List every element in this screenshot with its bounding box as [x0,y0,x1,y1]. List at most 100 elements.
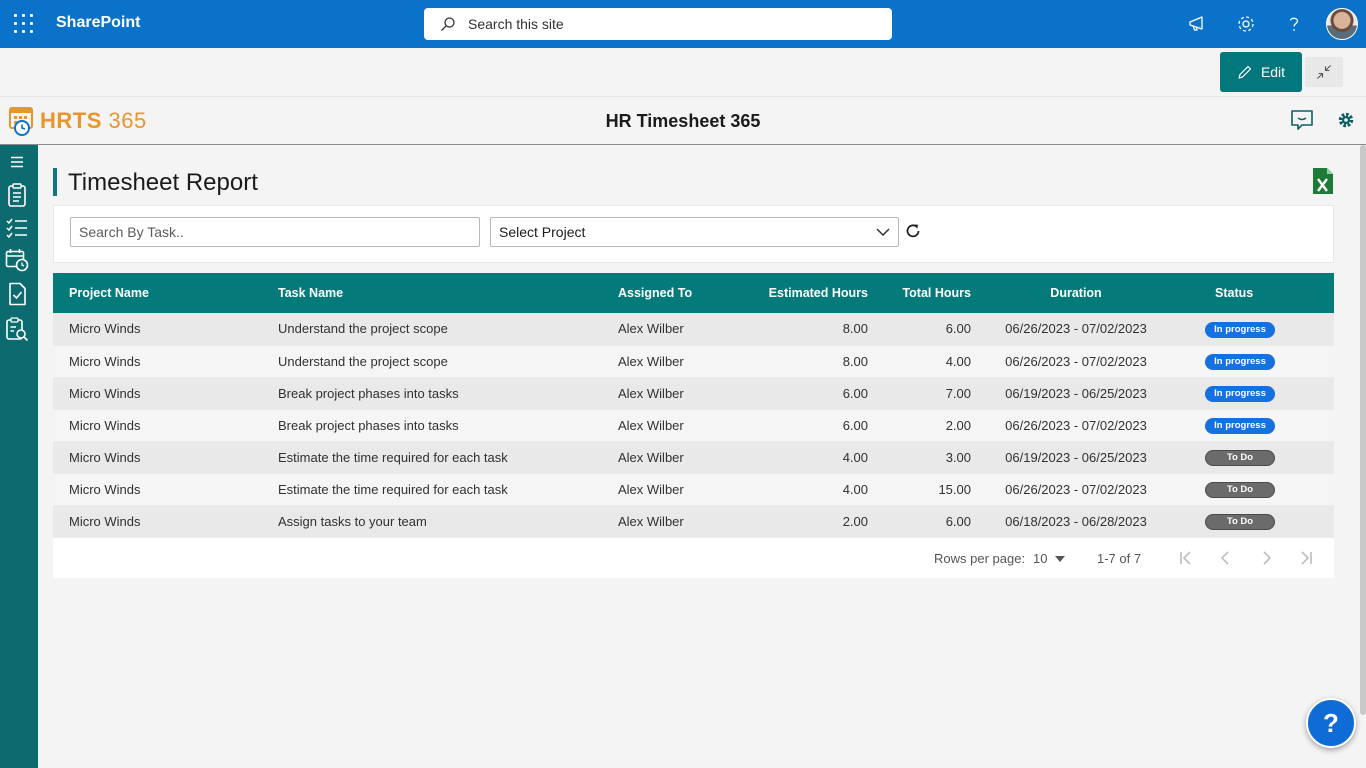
caret-down-icon [1055,555,1066,562]
cell-project-name: Micro Winds [53,345,278,378]
header-task-name[interactable]: Task Name [278,273,618,313]
cell-task-name: Understand the project scope [278,313,618,346]
cell-assigned-to: Alex Wilber [618,505,738,538]
cell-status: To Do [1181,505,1334,538]
header-duration[interactable]: Duration [971,273,1181,313]
page-title: Timesheet Report [68,169,258,196]
cell-total-hours: 6.00 [868,505,971,538]
header-assigned-to[interactable]: Assigned To [618,273,738,313]
calendar-clock-icon[interactable] [4,247,30,273]
cell-status: In progress [1181,377,1334,410]
cell-estimated-hours: 4.00 [738,473,868,506]
cell-task-name: Break project phases into tasks [278,409,618,442]
cell-duration: 06/19/2023 - 06/25/2023 [971,377,1181,410]
cell-task-name: Break project phases into tasks [278,377,618,410]
next-page-icon[interactable] [1258,550,1274,566]
table-row[interactable]: Micro Winds Break project phases into tas… [53,377,1334,410]
status-badge: In progress [1205,386,1275,402]
command-bar: Edit [0,48,1366,97]
hrts-logo: HRTS 365 [8,105,147,137]
project-select-value: Select Project [499,224,586,240]
edit-button-label: Edit [1260,64,1286,80]
cell-estimated-hours: 4.00 [738,441,868,474]
status-badge: To Do [1205,450,1275,466]
cell-total-hours: 6.00 [868,313,971,346]
help-question-icon[interactable] [1282,12,1306,36]
table-row[interactable]: Micro Winds Assign tasks to your team Alex… [53,505,1334,538]
excel-export-icon[interactable] [1312,167,1334,195]
cell-estimated-hours: 8.00 [738,313,868,346]
header-project-name[interactable]: Project Name [53,273,278,313]
logo-text: HRTS 365 [40,108,147,134]
cell-duration: 06/26/2023 - 07/02/2023 [971,473,1181,506]
status-badge: In progress [1205,418,1275,434]
table-row[interactable]: Micro Winds Estimate the time required fo… [53,473,1334,506]
project-select-dropdown[interactable]: Select Project [490,217,899,247]
gear-icon[interactable] [1234,12,1258,36]
cell-status: To Do [1181,473,1334,506]
search-by-task-input[interactable] [70,217,480,247]
status-badge: To Do [1205,482,1275,498]
sharepoint-brand-link[interactable]: SharePoint [56,14,140,32]
table-row[interactable]: Micro Winds Estimate the time required fo… [53,441,1334,474]
header-status-label: Status [1215,286,1254,300]
header-total-hours[interactable]: Total Hours [868,273,971,313]
megaphone-icon[interactable] [1186,12,1210,36]
cell-duration: 06/26/2023 - 07/02/2023 [971,409,1181,442]
first-page-icon[interactable] [1178,550,1194,566]
table-row[interactable]: Micro Winds Understand the project scope A… [53,345,1334,378]
task-list-icon[interactable] [4,215,30,241]
cell-estimated-hours: 6.00 [738,377,868,410]
cell-duration: 06/19/2023 - 06/25/2023 [971,441,1181,474]
header-status[interactable]: Status [1181,273,1334,313]
table-row[interactable]: Micro Winds Break project phases into tas… [53,409,1334,442]
cell-assigned-to: Alex Wilber [618,313,738,346]
help-button[interactable]: ? [1306,698,1356,748]
table-row[interactable]: Micro Winds Understand the project scope A… [53,313,1334,346]
cell-task-name: Estimate the time required for each task [278,473,618,506]
edit-button[interactable]: Edit [1220,52,1302,92]
app-title: HR Timesheet 365 [605,111,761,131]
cell-assigned-to: Alex Wilber [618,377,738,410]
logo-name: HRTS [40,108,102,133]
site-search-input[interactable] [468,8,868,40]
menu-hamburger-icon[interactable] [4,149,30,175]
cell-status: In progress [1181,345,1334,378]
clipboard-icon[interactable] [4,182,30,208]
cell-task-name: Understand the project scope [278,345,618,378]
cell-estimated-hours: 2.00 [738,505,868,538]
user-avatar[interactable] [1326,8,1358,40]
report-search-icon[interactable] [4,317,30,343]
collapse-arrows-icon [1317,65,1331,79]
cell-estimated-hours: 6.00 [738,409,868,442]
feedback-icon[interactable] [1290,109,1314,131]
cell-project-name: Micro Winds [53,505,278,538]
cell-status: To Do [1181,441,1334,474]
page-scrollbar[interactable] [1360,145,1366,715]
left-nav-rail [0,145,38,768]
collapse-button[interactable] [1305,57,1343,87]
header-estimated-hours[interactable]: Estimated Hours [738,273,868,313]
site-search-box[interactable] [424,8,892,40]
table-pagination: Rows per page: 10 1-7 of 7 [53,538,1334,578]
refresh-icon[interactable] [905,223,921,239]
pagination-range: 1-7 of 7 [1097,551,1142,566]
cell-estimated-hours: 8.00 [738,345,868,378]
search-icon [441,17,455,31]
cell-total-hours: 3.00 [868,441,971,474]
last-page-icon[interactable] [1298,550,1314,566]
cell-task-name: Assign tasks to your team [278,505,618,538]
status-badge: In progress [1205,321,1275,338]
cell-project-name: Micro Winds [53,409,278,442]
rows-per-page-value: 10 [1033,551,1048,566]
approval-check-icon[interactable] [4,281,30,307]
rows-per-page-select[interactable]: 10 [1033,551,1066,566]
cell-assigned-to: Alex Wilber [618,473,738,506]
previous-page-icon[interactable] [1218,550,1234,566]
cell-assigned-to: Alex Wilber [618,441,738,474]
cell-duration: 06/18/2023 - 06/28/2023 [971,505,1181,538]
app-launcher-icon[interactable] [14,14,34,34]
app-settings-gear-icon[interactable] [1337,111,1355,129]
suite-bar: SharePoint [0,0,1366,48]
app-header: HRTS 365 HR Timesheet 365 [0,97,1366,145]
